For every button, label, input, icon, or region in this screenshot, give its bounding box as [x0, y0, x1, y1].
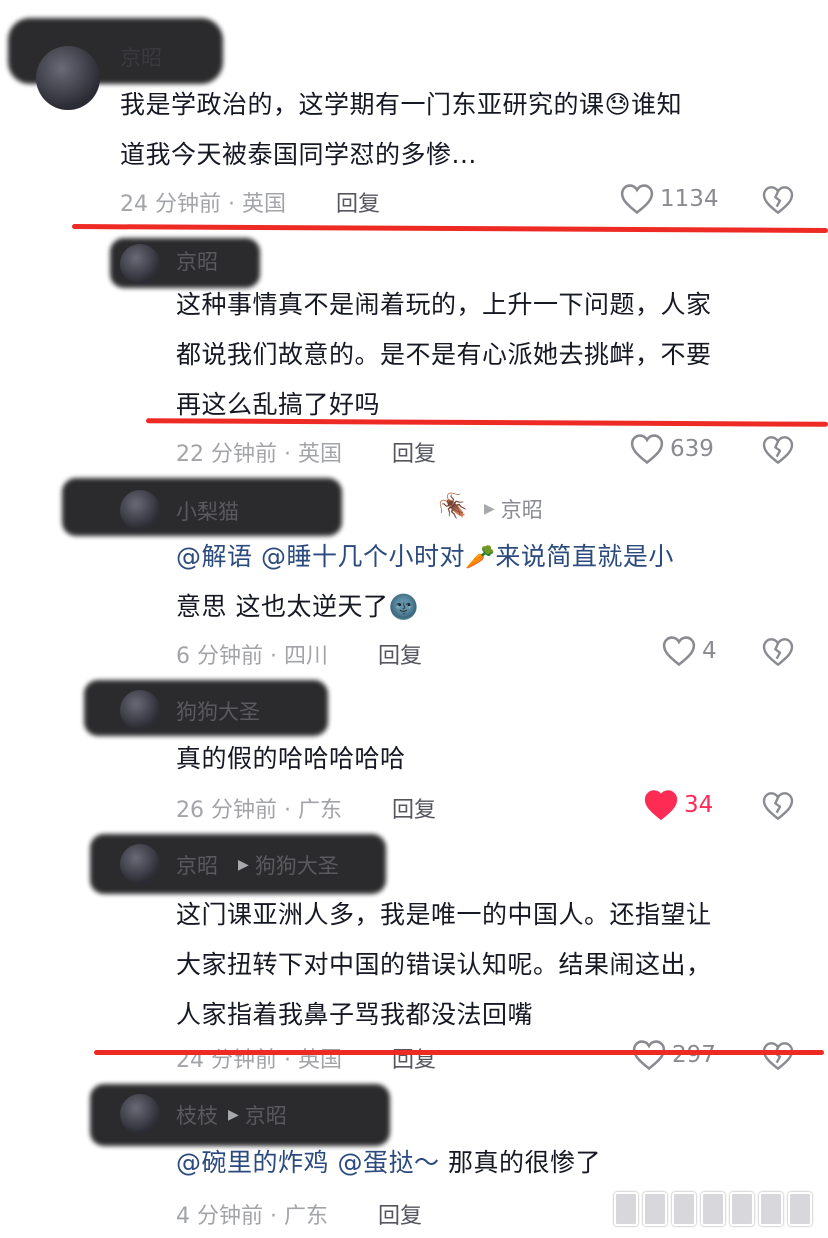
reply-to-username[interactable]: 狗狗大圣 [255, 850, 339, 880]
timestamp-location: 22 分钟前 · 英国 [176, 442, 342, 467]
comment-text: 真的假的哈哈哈哈哈 [176, 744, 406, 773]
reply-to-username[interactable]: 京昭 [245, 1100, 287, 1130]
username[interactable]: 京昭 [176, 850, 218, 880]
like-count: 297 [672, 1042, 716, 1068]
like-button[interactable]: 4 [662, 635, 717, 667]
username[interactable]: 狗狗大圣 [176, 696, 260, 726]
broken-heart-icon[interactable] [762, 1041, 794, 1071]
reply-button[interactable]: 回复 [378, 1198, 422, 1230]
comment-text: 这门课亚洲人多，我是唯一的中国人。还指望让 大家扭转下对中国的错误认知呢。结果闹… [176, 900, 712, 1029]
like-count: 639 [670, 436, 714, 462]
comment-text: @解语 @睡十几个小时对🥕来说简直就是小 意思 这也太逆天了🌚 [176, 542, 674, 621]
username[interactable]: 京昭 [176, 246, 218, 276]
timestamp-location: 6 分钟前 · 四川 [176, 644, 328, 669]
timestamp-location: 24 分钟前 · 英国 [176, 1048, 342, 1073]
heart-icon [662, 636, 696, 667]
broken-heart-icon[interactable] [762, 435, 794, 465]
reply-to-label: ▶ 京昭 [484, 494, 543, 524]
reply-button[interactable]: 回复 [392, 1042, 436, 1074]
annotation-line [71, 224, 828, 233]
mention[interactable]: @睡十几个小时对 [261, 542, 465, 571]
broken-heart-icon[interactable] [762, 185, 794, 215]
play-triangle-icon: ▶ [484, 501, 495, 517]
reply-button[interactable]: 回复 [392, 436, 436, 468]
like-count: 1134 [660, 186, 719, 212]
avatar[interactable] [120, 1094, 160, 1134]
like-button[interactable]: 1134 [620, 183, 719, 215]
heart-icon [630, 434, 664, 465]
avatar[interactable] [120, 490, 160, 530]
comment-text: 这种事情真不是闹着玩的，上升一下问题，人家 都说我们故意的。是不是有心派她去挑衅… [176, 290, 712, 419]
annotation-line [94, 1050, 824, 1055]
avatar[interactable] [120, 690, 160, 730]
like-count: 4 [702, 638, 717, 664]
username[interactable]: 枝枝 [176, 1100, 218, 1130]
carrot-emoji: 🥕 [464, 543, 496, 571]
avatar[interactable] [120, 244, 160, 284]
comment-text: 我是学政治的，这学期有一门东亚研究的课😓谁知 道我今天被泰国同学怼的多惨... [120, 90, 683, 169]
username[interactable]: 京昭 [120, 42, 162, 72]
timestamp-location: 26 分钟前 · 广东 [176, 798, 342, 823]
mention[interactable]: @碗里的炸鸡 [176, 1148, 329, 1177]
reply-to-username[interactable]: 京昭 [501, 494, 543, 524]
reply-button[interactable]: 回复 [378, 638, 422, 670]
like-button[interactable]: 34 [644, 789, 713, 821]
username[interactable]: 小梨猫 [176, 496, 239, 526]
timestamp-location: 24 分钟前 · 英国 [120, 192, 286, 217]
mention[interactable]: @蛋挞～ [337, 1148, 439, 1177]
mention[interactable]: @解语 [176, 542, 253, 571]
reply-button[interactable]: 回复 [336, 186, 380, 218]
reply-button[interactable]: 回复 [392, 792, 436, 824]
watermark-logo [614, 1192, 812, 1226]
broken-heart-icon[interactable] [762, 637, 794, 667]
reply-to-label: ▶ 京昭 [228, 1100, 287, 1130]
avatar[interactable] [36, 46, 100, 110]
heart-icon [644, 790, 678, 821]
play-triangle-icon: ▶ [228, 1107, 239, 1123]
timestamp-location: 4 分钟前 · 广东 [176, 1204, 328, 1229]
moon-emoji: 🌚 [388, 593, 419, 621]
avatar[interactable] [120, 844, 160, 884]
comment-text: @碗里的炸鸡 @蛋挞～ 那真的很惨了 [176, 1148, 601, 1177]
like-button[interactable]: 297 [632, 1039, 716, 1071]
heart-icon [632, 1040, 666, 1071]
play-triangle-icon: ▶ [238, 857, 249, 873]
like-count: 34 [684, 792, 714, 818]
broken-heart-icon[interactable] [762, 791, 794, 821]
reply-to-label: ▶ 狗狗大圣 [238, 850, 339, 880]
heart-icon [620, 184, 654, 215]
cockroach-icon: 🪳 [438, 492, 468, 520]
like-button[interactable]: 639 [630, 433, 714, 465]
